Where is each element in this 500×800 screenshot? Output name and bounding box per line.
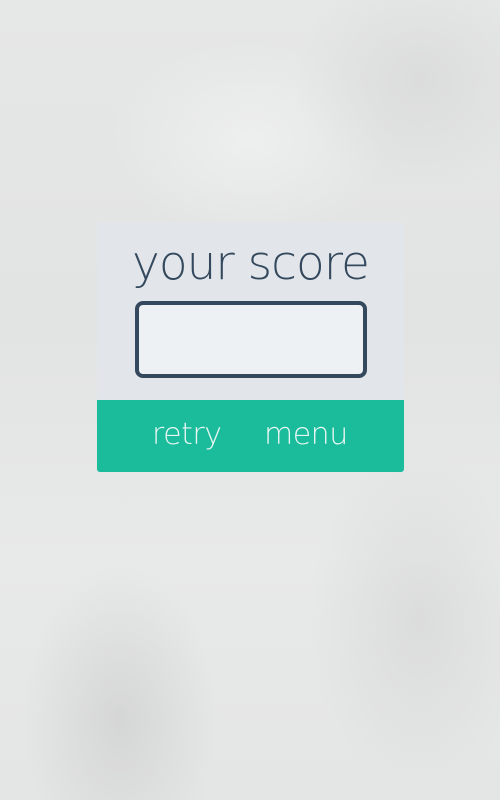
score-title: your score [132,236,370,291]
score-header: your score [97,222,404,400]
action-bar: retry menu [97,400,404,472]
menu-button[interactable]: menu [264,414,348,456]
retry-button[interactable]: retry [152,414,226,456]
score-display [135,301,367,378]
score-panel: your score retry menu [97,222,404,472]
